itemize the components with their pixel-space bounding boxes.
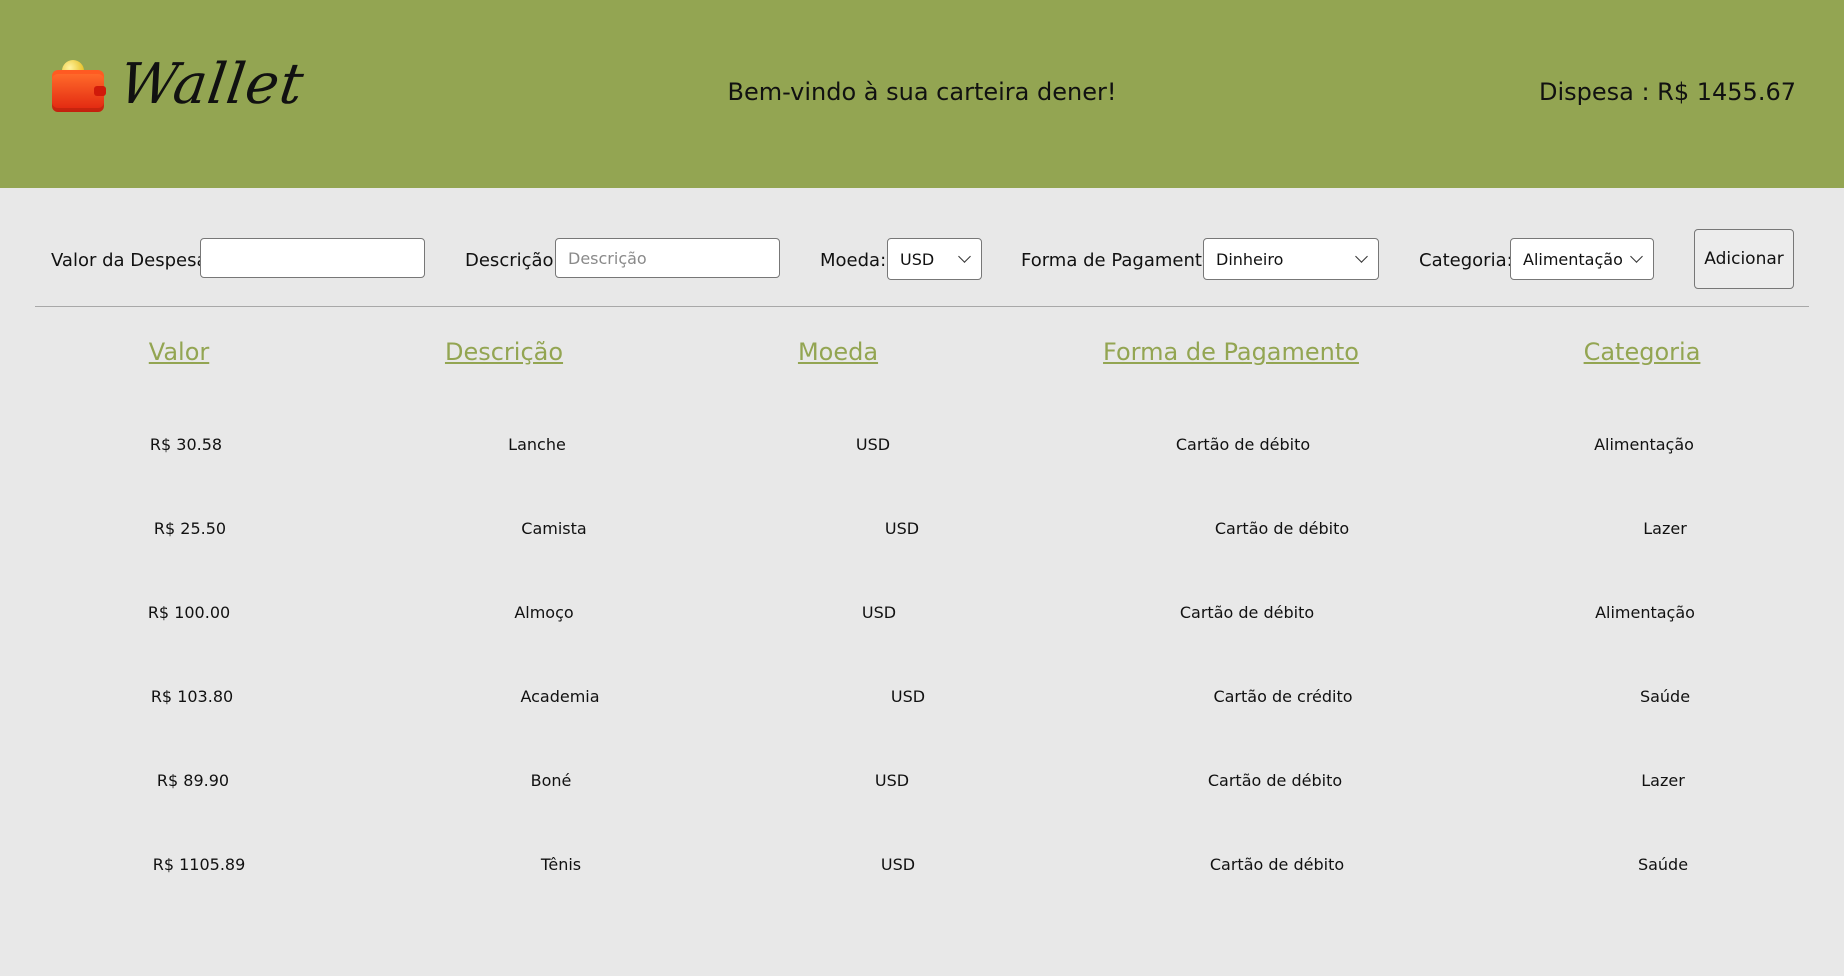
payment-select[interactable]: Dinheiro <box>1203 238 1379 280</box>
column-header-valor[interactable]: Valor <box>149 338 209 366</box>
cell-forma-de-pagamento: Cartão de crédito <box>1213 687 1353 706</box>
cell-moeda: USD <box>861 603 897 622</box>
cell-forma-de-pagamento: Cartão de débito <box>1175 435 1311 454</box>
column-header-forma-de-pagamento[interactable]: Forma de Pagamento <box>1103 338 1359 366</box>
category-label: Categoria: <box>1419 250 1513 271</box>
cell-categoria: Alimentação <box>1594 435 1694 454</box>
cell-moeda: USD <box>880 855 916 874</box>
cell-descricao: Camista <box>521 519 587 538</box>
column-header-descricao[interactable]: Descrição <box>445 338 563 366</box>
column-header-moeda[interactable]: Moeda <box>798 338 878 366</box>
payment-label: Forma de Pagamento: <box>1021 250 1219 271</box>
cell-categoria: Lazer <box>1641 771 1685 790</box>
cell-moeda: USD <box>884 519 920 538</box>
cell-valor: R$ 25.50 <box>153 519 227 538</box>
chevron-down-icon <box>1630 250 1643 263</box>
cell-categoria: Saúde <box>1639 687 1691 706</box>
value-input[interactable] <box>200 238 425 278</box>
cell-forma-de-pagamento: Cartão de débito <box>1209 855 1345 874</box>
currency-label: Moeda: <box>820 250 887 271</box>
category-select[interactable]: Alimentação <box>1510 238 1654 280</box>
cell-categoria: Lazer <box>1643 519 1687 538</box>
cell-descricao: Almoço <box>514 603 574 622</box>
cell-categoria: Saúde <box>1637 855 1689 874</box>
cell-valor: R$ 30.58 <box>149 435 223 454</box>
cell-descricao: Academia <box>520 687 600 706</box>
currency-select[interactable]: USD <box>887 238 982 280</box>
cell-moeda: USD <box>890 687 926 706</box>
total-expenses: Dispesa : R$ 1455.67 <box>1538 78 1796 106</box>
cell-categoria: Alimentação <box>1595 603 1695 622</box>
cell-descricao: Boné <box>530 771 572 790</box>
cell-moeda: USD <box>855 435 891 454</box>
chevron-down-icon <box>1355 250 1368 263</box>
cell-valor: R$ 1105.89 <box>152 855 246 874</box>
add-button[interactable]: Adicionar <box>1694 229 1794 289</box>
description-label: Descrição: <box>465 250 560 271</box>
app-header: Wallet Bem-vindo à sua carteira dener! D… <box>0 0 1844 188</box>
column-header-categoria[interactable]: Categoria <box>1584 338 1701 366</box>
cell-forma-de-pagamento: Cartão de débito <box>1214 519 1350 538</box>
chevron-down-icon <box>958 250 971 263</box>
currency-selected: USD <box>900 249 935 269</box>
cell-valor: R$ 89.90 <box>156 771 230 790</box>
cell-forma-de-pagamento: Cartão de débito <box>1207 771 1343 790</box>
cell-descricao: Tênis <box>540 855 582 874</box>
cell-moeda: USD <box>874 771 910 790</box>
cell-valor: R$ 100.00 <box>147 603 231 622</box>
divider <box>35 306 1809 307</box>
value-label: Valor da Despesa: <box>51 250 214 271</box>
cell-descricao: Lanche <box>508 435 566 454</box>
payment-selected: Dinheiro <box>1216 249 1284 269</box>
category-selected: Alimentação <box>1523 249 1623 269</box>
cell-forma-de-pagamento: Cartão de débito <box>1179 603 1315 622</box>
expense-form: Valor da Despesa: Descrição: Moeda: USD … <box>0 228 1844 292</box>
cell-valor: R$ 103.80 <box>150 687 234 706</box>
description-input[interactable] <box>555 238 780 278</box>
